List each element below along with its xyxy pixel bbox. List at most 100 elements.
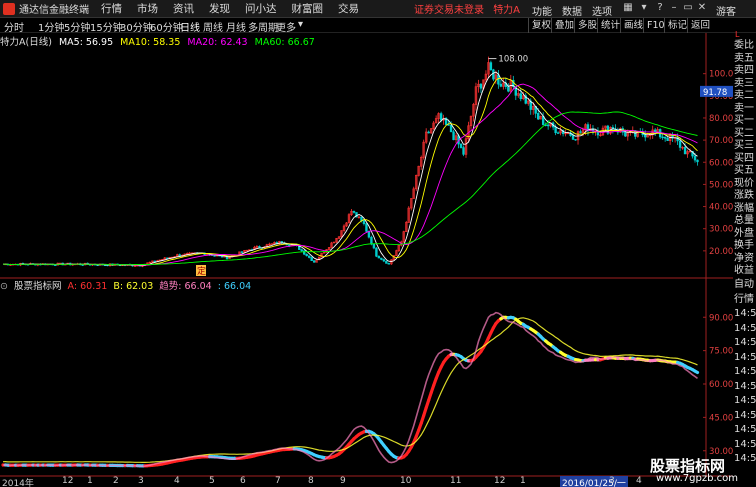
indicator-settings-icon[interactable]: ⊙ xyxy=(0,281,8,292)
date-tick: 4 xyxy=(174,476,180,486)
detail-row: 14:5 xyxy=(734,351,756,363)
candle-body xyxy=(624,131,627,137)
price-label: 80.00 xyxy=(709,114,733,124)
menu-quotes[interactable]: 行情 xyxy=(101,1,122,16)
grid-icon[interactable]: ▦ xyxy=(622,2,634,14)
candle-body xyxy=(519,93,522,100)
period-5min[interactable]: 5分钟 xyxy=(64,19,90,34)
period-1min[interactable]: 1分钟 xyxy=(38,19,64,34)
price-label: 100.0 xyxy=(709,70,733,80)
ind-axis-label: 90.00 xyxy=(709,313,733,323)
menu-trade[interactable]: 交易 xyxy=(338,1,359,16)
period-daily[interactable]: 日线 xyxy=(180,19,200,34)
candle-body xyxy=(661,136,664,139)
candle-body xyxy=(166,257,169,259)
chart-area[interactable]: 100.0 90.00 80.00 70.00 60.00 50.00 40.00 30.00… xyxy=(0,33,733,477)
quote-panel: L 委比 卖五 卖四 卖三 卖二 卖一 买一 买二 买三 买四 买五 现价 涨跌 涨幅 总量 外盘 换手 净资 收益 xyxy=(733,30,756,277)
login-notice-text: 证券交易未登录 xyxy=(414,5,484,16)
candle-body xyxy=(382,259,386,262)
watermark: 股票指标网 www.7gpzb.com xyxy=(650,455,756,487)
detail-row: 14:5 xyxy=(734,380,756,392)
date-tick: 11 xyxy=(450,476,462,486)
candle-body xyxy=(240,251,244,253)
menu-ask[interactable]: 问小达 xyxy=(245,1,277,16)
period-monthly[interactable]: 月线 xyxy=(226,19,246,34)
candle-body xyxy=(644,134,647,138)
date-axis: 2014年 12 1 2 3 4 5 6 7 8 9 10 11 12 1 2016/01/25/一 3 4 xyxy=(0,476,700,487)
price-label: 30.00 xyxy=(709,225,733,235)
login-notice[interactable]: 证券交易未登录 特力A xyxy=(414,1,520,16)
menu-data[interactable]: 数据 xyxy=(562,3,582,18)
candle-body xyxy=(499,83,503,87)
menu-discover[interactable]: 发现 xyxy=(209,1,230,16)
date-tick: 12 xyxy=(62,476,74,486)
ma20-label: MA20: 62.43 xyxy=(187,37,248,48)
close-icon[interactable]: ✕ xyxy=(696,2,708,14)
tool-back[interactable]: 返回 xyxy=(687,18,713,33)
candle-body xyxy=(666,137,669,141)
candle-body xyxy=(459,143,463,148)
indicator-d: : 66.04 xyxy=(217,281,252,292)
period-weekly[interactable]: 周线 xyxy=(203,19,223,34)
detail-row: 14:5 xyxy=(734,322,756,334)
detail-row: 14:5 xyxy=(734,395,756,406)
ma5-label: MA5: 56.95 xyxy=(58,37,114,48)
detail-row: 14:5 xyxy=(734,409,756,421)
indicator-legend: ⊙ 股票指标网 A: 60.31 B: 62.03 趋势: 66.04 : 66… xyxy=(0,278,254,292)
ma60-line xyxy=(2,111,698,265)
current-price-label: 91.78 xyxy=(703,88,727,98)
candle-body xyxy=(447,124,450,126)
candle-body xyxy=(370,236,373,245)
candle-body xyxy=(574,139,577,141)
menu-options[interactable]: 选项 xyxy=(592,3,612,18)
period-timeshare[interactable]: 分时 xyxy=(4,19,24,34)
maximize-icon[interactable]: ▭ xyxy=(682,2,694,14)
indicator-pane: 90.0075.0060.0045.0030.00 xyxy=(1,311,733,468)
ind-axis-label: 75.00 xyxy=(709,347,733,357)
price-label: 50.00 xyxy=(709,180,733,190)
candle-body xyxy=(213,255,216,257)
date-tick: 9 xyxy=(340,476,346,486)
ind-axis-label: 45.00 xyxy=(709,413,733,423)
period-15min[interactable]: 15分钟 xyxy=(90,19,123,34)
candle-body xyxy=(546,124,550,127)
indicator-name[interactable]: 股票指标网 xyxy=(14,281,62,292)
candle-body xyxy=(380,257,383,260)
dropdown-icon[interactable]: ▾ xyxy=(638,2,650,14)
menu-function[interactable]: 功能 xyxy=(532,3,552,18)
candle-body xyxy=(536,113,540,120)
detail-row: 自动 xyxy=(734,279,754,290)
candle-body xyxy=(479,83,483,89)
period-toolbar: 分时 1分钟 5分钟 15分钟 30分钟 60分钟 日线 周线 月线 多周期 更… xyxy=(0,18,756,34)
menu-news[interactable]: 资讯 xyxy=(173,1,194,16)
date-tick: 1 xyxy=(87,476,93,486)
date-tick: 2 xyxy=(113,476,119,486)
period-60min[interactable]: 60分钟 xyxy=(150,19,183,34)
candle-body xyxy=(81,264,84,266)
more-chevron-icon[interactable]: ▾ xyxy=(298,19,303,30)
period-30min[interactable]: 30分钟 xyxy=(120,19,153,34)
candle-body xyxy=(507,86,510,92)
watermark-url: www.7gpzb.com xyxy=(656,473,738,484)
candle-body xyxy=(449,125,453,133)
price-label: 40.00 xyxy=(709,203,733,213)
period-multi[interactable]: 多周期 xyxy=(248,19,278,34)
candle-body xyxy=(693,155,697,161)
menu-wealth[interactable]: 财富圈 xyxy=(292,1,324,16)
minimize-icon[interactable]: – xyxy=(668,2,680,14)
ma60-label: MA60: 66.67 xyxy=(254,37,315,48)
candle-body xyxy=(579,131,582,133)
candle-body xyxy=(554,126,557,134)
quote-top-label: L xyxy=(735,30,740,39)
candle-body xyxy=(497,74,500,85)
title-bar: 通达信金融终端 行情 市场 资讯 发现 问小达 财富圈 交易 证券交易未登录 特… xyxy=(0,0,756,18)
trade-detail-panel: 自动 行情 14:5 14:5 14:5 14:5 14:5 14:5 14:5 14:5 14:5… xyxy=(733,278,756,478)
app-name: 通达信金融终端 xyxy=(19,5,89,16)
period-more[interactable]: 更多 xyxy=(276,19,296,34)
ind-axis-label: 60.00 xyxy=(709,380,733,390)
candle-body xyxy=(312,260,316,263)
candle-body xyxy=(362,220,366,224)
menu-guest[interactable]: 游客 xyxy=(716,3,736,18)
help-icon[interactable]: ? xyxy=(654,2,666,14)
menu-market[interactable]: 市场 xyxy=(137,1,158,16)
